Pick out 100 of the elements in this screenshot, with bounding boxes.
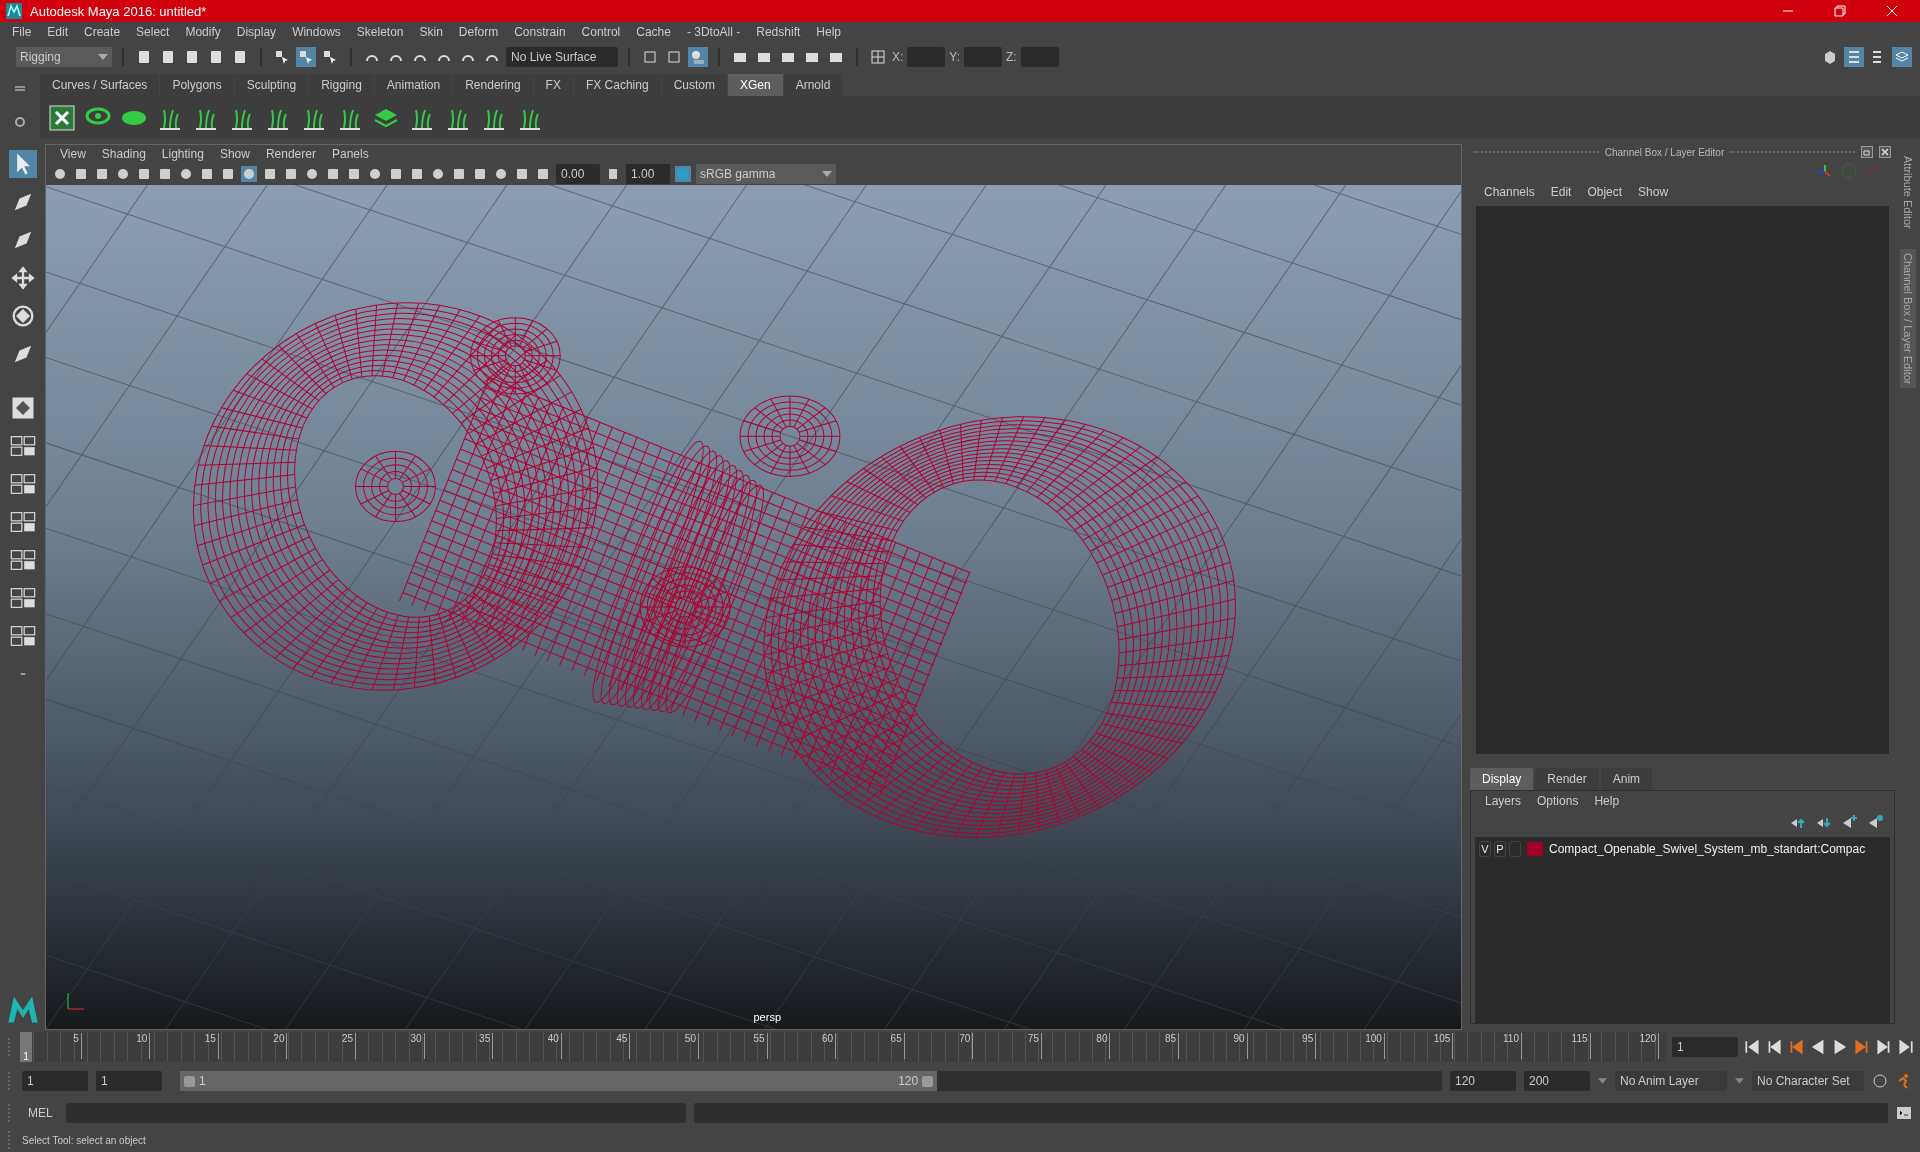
close-icon[interactable] xyxy=(1879,146,1891,158)
menu-set-dropdown[interactable]: Rigging xyxy=(16,47,112,67)
window-title: Autodesk Maya 2016: untitled* xyxy=(30,3,207,19)
menu-item[interactable]: Control xyxy=(573,25,629,39)
frame-tick-label: 85 xyxy=(1164,1033,1180,1059)
panel-menu-item[interactable]: Show xyxy=(211,147,258,161)
script-editor-icon[interactable] xyxy=(1896,1105,1912,1121)
side-tab[interactable]: Channel Box / Layer Editor xyxy=(1899,248,1916,389)
layer-menu-item[interactable]: Options xyxy=(1529,794,1587,808)
skip-start-icon[interactable] xyxy=(1744,1039,1760,1055)
time-slider[interactable]: 1 5 10 15 20 25 30 35 40 45 50 55 60 65 70 75 80 85 90 95 100 105 110 115 120 xyxy=(20,1032,1666,1062)
color-space-dropdown[interactable]: sRGB gamma xyxy=(696,164,836,184)
panel-menu-item[interactable]: Renderer xyxy=(257,147,324,161)
layer-editor-tab[interactable]: Display xyxy=(1470,768,1534,790)
panel-menu-item[interactable]: Panels xyxy=(323,147,377,161)
reference-toggle[interactable] xyxy=(1509,841,1521,857)
new-layer-icon[interactable] xyxy=(1842,814,1858,830)
coordinate-field[interactable] xyxy=(907,47,946,67)
menu-item[interactable]: Display xyxy=(228,25,285,39)
key-back-icon[interactable] xyxy=(1788,1039,1804,1055)
visibility-toggle[interactable]: V xyxy=(1479,841,1491,857)
caret-icon[interactable] xyxy=(1598,1078,1607,1084)
frame-tick-label: 115 xyxy=(1571,1033,1591,1059)
current-frame-marker[interactable]: 1 xyxy=(20,1032,32,1062)
play-back-icon[interactable] xyxy=(1810,1039,1826,1055)
channel-menu-item[interactable]: Edit xyxy=(1542,185,1580,199)
shelf-tab[interactable]: Curves / Surfaces xyxy=(40,74,160,96)
live-surface-field[interactable]: No Live Surface xyxy=(506,47,618,67)
restore-icon[interactable] xyxy=(1834,5,1846,17)
menu-item[interactable]: File xyxy=(4,25,40,39)
coordinate-field[interactable] xyxy=(964,47,1003,67)
shelf-tab[interactable]: Rendering xyxy=(453,74,533,96)
shelf-tab[interactable]: Rigging xyxy=(309,74,374,96)
start-frame-field[interactable]: 1 xyxy=(22,1071,88,1091)
new-layer-selected-icon[interactable] xyxy=(1868,814,1884,830)
shelf-tab[interactable]: FX Caching xyxy=(573,74,661,96)
menu-item[interactable]: Skeleton xyxy=(348,25,412,39)
layer-name[interactable]: Compact_Openable_Swivel_System_mb_standart:Compac xyxy=(1549,842,1866,856)
layer-menu-item[interactable]: Help xyxy=(1586,794,1628,808)
layer-editor-tab[interactable]: Render xyxy=(1535,768,1599,790)
end-frame-field[interactable]: 200 xyxy=(1524,1071,1590,1091)
shelf-tab[interactable]: Animation xyxy=(374,74,453,96)
play-icon[interactable] xyxy=(1832,1039,1848,1055)
channel-menu-item[interactable]: Object xyxy=(1579,185,1631,199)
menu-item[interactable]: Create xyxy=(76,25,129,39)
step-back-icon[interactable] xyxy=(1766,1039,1782,1055)
script-language-label[interactable]: MEL xyxy=(22,1106,58,1120)
channel-menu-item[interactable]: Show xyxy=(1630,185,1677,199)
shelf-tab[interactable]: Polygons xyxy=(160,74,234,96)
shelf-tab[interactable]: FX xyxy=(533,74,573,96)
coordinate-label: Z: xyxy=(1006,50,1017,64)
anim-layer-dropdown[interactable]: No Anim Layer xyxy=(1615,1071,1727,1091)
layer-menu-item[interactable]: Layers xyxy=(1477,794,1530,808)
frame-tick-label: 100 xyxy=(1365,1033,1385,1059)
menu-item[interactable]: Edit xyxy=(39,25,77,39)
shelf-tab[interactable]: Arnold xyxy=(783,74,843,96)
current-frame-field[interactable]: 1 xyxy=(1672,1037,1738,1057)
menu-item[interactable]: - 3DtoAll - xyxy=(678,25,749,39)
panel-menu-item[interactable]: Shading xyxy=(93,147,154,161)
playback-toggle[interactable]: P xyxy=(1494,841,1506,857)
step-forward-icon[interactable] xyxy=(1876,1039,1892,1055)
menu-item[interactable]: Redshift xyxy=(748,25,809,39)
menu-item[interactable]: Select xyxy=(128,25,178,39)
frame-tick-label: 90 xyxy=(1233,1033,1248,1059)
panel-menu-item[interactable]: View xyxy=(52,147,94,161)
shelf-tab[interactable]: Custom xyxy=(661,74,727,96)
frame-tick-label: 40 xyxy=(547,1033,562,1059)
key-forward-icon[interactable] xyxy=(1854,1039,1870,1055)
color-management-icon[interactable] xyxy=(675,166,691,182)
layer-editor-tab[interactable]: Anim xyxy=(1600,768,1653,790)
object-select-icon[interactable] xyxy=(296,47,316,67)
skip-end-icon[interactable] xyxy=(1898,1039,1914,1055)
menu-item[interactable]: Cache xyxy=(628,25,679,39)
float-icon[interactable] xyxy=(1861,146,1873,158)
cross-box-icon[interactable] xyxy=(48,103,76,132)
menu-item[interactable]: Deform xyxy=(450,25,507,39)
playback-end-field[interactable]: 120 xyxy=(1450,1071,1516,1091)
menu-item[interactable]: Help xyxy=(808,25,849,39)
channel-menu-item[interactable]: Channels xyxy=(1476,185,1543,199)
side-tab[interactable]: Attribute Editor xyxy=(1899,152,1916,233)
range-handle[interactable] xyxy=(922,1075,934,1087)
menu-item[interactable]: Skin xyxy=(411,25,451,39)
layer-color-swatch[interactable] xyxy=(1527,842,1543,856)
shelf-tab[interactable]: Sculpting xyxy=(234,74,309,96)
playback-start-field[interactable]: 1 xyxy=(96,1071,162,1091)
range-handle[interactable] xyxy=(184,1075,195,1087)
character-set-dropdown[interactable]: No Character Set xyxy=(1752,1071,1864,1091)
caret-icon[interactable] xyxy=(1735,1078,1744,1084)
menu-item[interactable]: Modify xyxy=(177,25,229,39)
menu-item[interactable]: Windows xyxy=(284,25,349,39)
shelf-tab[interactable]: XGen xyxy=(727,74,783,96)
gamma-field[interactable]: 1.00 xyxy=(626,164,670,184)
menu-item[interactable]: Constrain xyxy=(506,25,574,39)
range-slider[interactable]: 1 120 xyxy=(180,1071,1442,1091)
frame-tick-label: 15 xyxy=(204,1033,219,1059)
panel-menu-item[interactable]: Lighting xyxy=(153,147,212,161)
transform-icon[interactable] xyxy=(868,47,888,67)
exposure-field[interactable]: 0.00 xyxy=(556,164,600,184)
coordinate-field[interactable] xyxy=(1020,47,1059,67)
axis-icon[interactable] xyxy=(1817,163,1833,179)
